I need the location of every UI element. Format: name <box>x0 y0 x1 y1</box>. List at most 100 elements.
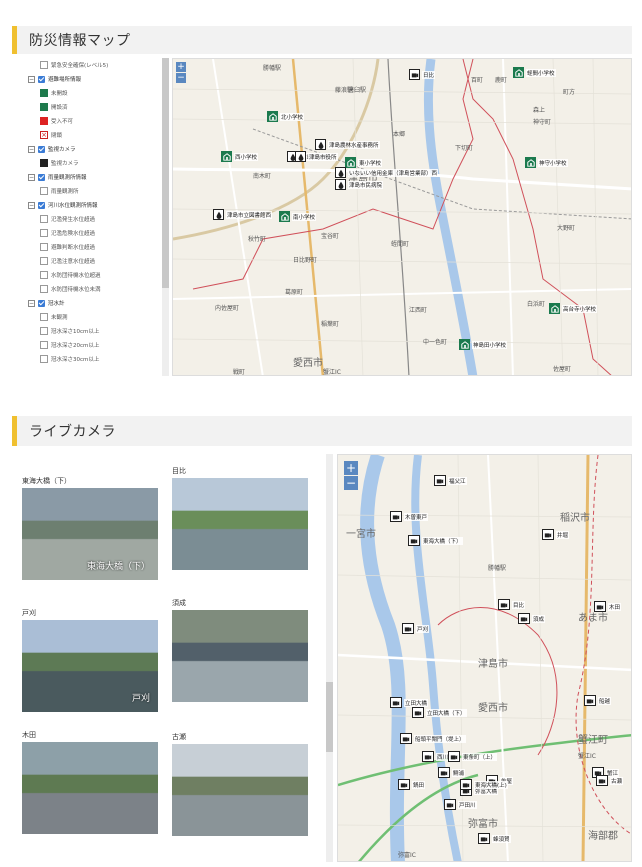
zoom-in-button[interactable]: + <box>176 62 186 72</box>
shelter-school-marker[interactable]: 神守小学校 <box>525 157 568 168</box>
camera-marker[interactable]: 立田大橋（下） <box>412 707 467 718</box>
gauge-icon <box>40 313 48 321</box>
legend-item[interactable]: 氾濫発生水位超過 <box>28 212 162 226</box>
legend-scroll-thumb[interactable] <box>162 58 169 288</box>
camera-scroll-thumb[interactable] <box>326 682 333 752</box>
map-place-label: 稲沢市 <box>560 513 590 524</box>
camera-marker[interactable]: 戸刈 <box>402 623 430 634</box>
zoom-in-button[interactable]: + <box>344 461 358 475</box>
layer-checkbox[interactable] <box>38 145 45 153</box>
legend-item[interactable]: 未観測 <box>28 310 162 324</box>
raindrop-icon <box>295 151 306 162</box>
legend-item[interactable]: 冠水深さ30cm以上 <box>28 352 162 366</box>
legend-item[interactable]: × 閉鎖 <box>28 128 162 142</box>
camera-snapshot[interactable]: 東海大橋（下） <box>22 488 158 580</box>
collapse-toggle-icon[interactable]: − <box>28 173 35 181</box>
camera-marker[interactable]: 木田 <box>594 601 622 612</box>
legend-label: 冠水深さ30cm以上 <box>51 357 100 363</box>
map-place-label: 神守町 <box>533 119 552 126</box>
camera-marker[interactable]: 船頭平閘門（堤上） <box>400 733 466 744</box>
camera-snapshot[interactable] <box>22 742 158 834</box>
legend-item[interactable]: 雨量観測所 <box>28 184 162 198</box>
camera-marker[interactable]: 戸田川 <box>444 799 477 810</box>
collapse-toggle-icon[interactable]: − <box>28 299 35 307</box>
legend-item[interactable]: 監視カメラ <box>28 156 162 170</box>
shelter-school-marker[interactable]: 蛭間小学校 <box>513 67 556 78</box>
camera-snapshot[interactable] <box>172 610 308 702</box>
layer-checkbox[interactable] <box>38 299 45 307</box>
camera-card[interactable]: 目比 <box>172 464 308 570</box>
legend-item[interactable]: 氾濫危険水位超過 <box>28 226 162 240</box>
legend-item[interactable]: 冠水深さ10cm以上 <box>28 324 162 338</box>
legend-scrollbar[interactable] <box>162 58 169 376</box>
legend-group[interactable]: − 監視カメラ <box>28 142 162 156</box>
camera-marker[interactable]: 須成 <box>518 613 546 624</box>
camera-card[interactable]: 須成 <box>172 596 308 702</box>
shelter-school-marker[interactable]: 西小学校 <box>221 151 259 162</box>
legend-item[interactable]: 避難判断水位超過 <box>28 240 162 254</box>
layer-checkbox[interactable] <box>38 75 45 83</box>
legend-item[interactable]: 冠水深さ20cm以上 <box>28 338 162 352</box>
camera-card[interactable]: 木田 <box>22 728 158 834</box>
camera-marker[interactable]: 蜂須賀 <box>478 833 511 844</box>
legend-item[interactable]: 未開設 <box>28 86 162 100</box>
camera-card[interactable]: 古瀬 <box>172 730 308 836</box>
collapse-toggle-icon[interactable]: − <box>28 75 35 83</box>
map-place-label: 戦町 <box>233 369 246 376</box>
legend-item[interactable]: 水防団待機水位超過 <box>28 268 162 282</box>
layer-checkbox[interactable] <box>38 173 45 181</box>
shelter-school-marker[interactable]: 南小学校 <box>279 211 317 222</box>
live-camera-map[interactable]: 稲沢市 あま市 津島市 愛西市 蟹江町 弥富市 海部郡 一宮市 勝幡駅 蟹江IC 弥富IC 福父江木… <box>337 454 632 862</box>
shelter-school-marker[interactable]: 高台寺小学校 <box>549 303 598 314</box>
map-place-label: 津島市 <box>478 659 508 670</box>
camera-marker[interactable]: 東条町（上） <box>448 751 498 762</box>
legend-group[interactable]: − 雨量観測所情報 <box>28 170 162 184</box>
camera-marker[interactable]: 東海大橋(上) <box>460 779 508 790</box>
camera-marker[interactable]: 木曽東戸 <box>390 511 429 522</box>
camera-marker[interactable]: 古瀬 <box>596 775 624 786</box>
legend-group[interactable]: − 冠水計 <box>28 296 162 310</box>
legend-item[interactable]: 開設済 <box>28 100 162 114</box>
zoom-out-button[interactable]: − <box>344 476 358 490</box>
camera-marker[interactable]: 目比 <box>498 599 526 610</box>
collapse-toggle-icon[interactable]: − <box>28 201 35 209</box>
camera-snapshot[interactable] <box>172 478 308 570</box>
camera-card[interactable]: 戸刈 戸刈 <box>22 606 158 712</box>
zoom-out-button[interactable]: − <box>176 73 186 83</box>
camera-snapshot[interactable] <box>172 744 308 836</box>
camera-list-scrollbar[interactable] <box>326 454 333 862</box>
map-place-label: 日比野町 <box>293 257 318 264</box>
legend-group[interactable]: − 避難場所情報 <box>28 72 162 86</box>
map-place-label: 弥富市 <box>468 819 498 830</box>
legend-group[interactable]: − 河川水位観測所情報 <box>28 198 162 212</box>
legend-item[interactable]: 緊急安全確保(レベル5) <box>28 58 162 72</box>
rain-gauge-marker[interactable]: いないい信用金庫（津島営業部）西 <box>335 167 439 178</box>
marker-label: 蜂須賀 <box>492 834 511 843</box>
rain-gauge-marker[interactable]: 津島市立図書館西 <box>213 209 273 220</box>
marker-label: 津島市立図書館西 <box>226 210 273 219</box>
camera-marker[interactable]: 福父江 <box>434 475 467 486</box>
legend-item[interactable]: 水防団待機水位未満 <box>28 282 162 296</box>
camera-marker[interactable]: 船越 <box>584 695 612 706</box>
rain-gauge-marker[interactable]: 津島農林水産事務所 <box>315 139 380 150</box>
legend-item[interactable]: 氾濫注意水位超過 <box>28 254 162 268</box>
camera-marker[interactable]: 日比 <box>409 69 436 80</box>
rain-gauge-marker[interactable]: 津島市民病院 <box>335 179 384 190</box>
camera-marker[interactable]: 東海大橋（下） <box>408 535 463 546</box>
collapse-toggle-icon[interactable]: − <box>28 145 35 153</box>
legend-label: 河川水位観測所情報 <box>48 203 98 209</box>
camera-marker[interactable]: 西川 <box>422 751 450 762</box>
legend-item[interactable]: 受入不可 <box>28 114 162 128</box>
camera-card[interactable]: 東海大橋（下） 東海大橋（下） <box>22 474 158 580</box>
camera-marker[interactable]: 鍋田 <box>398 779 426 790</box>
camera-snapshot[interactable]: 戸刈 <box>22 620 158 712</box>
shelter-school-marker[interactable]: 神島田小学校 <box>459 339 508 350</box>
raindrop-icon <box>335 167 346 178</box>
camera-marker[interactable]: 鯏浦 <box>438 767 466 778</box>
shelter-school-marker[interactable]: 北小学校 <box>267 111 305 122</box>
camera-marker[interactable]: 井堀 <box>542 529 570 540</box>
layer-checkbox[interactable] <box>38 201 45 209</box>
legend-label: 雨量観測所情報 <box>48 175 87 181</box>
disaster-info-map[interactable]: 勝幡駅 藤浪駅 百町 鹿町 森上 唐臼駅 町方 本郷 神守町 下切町 南木町 津島市 宝谷町 愛西市 蛭間町… <box>172 58 632 376</box>
rain-gauge-marker[interactable]: 津島市役所 <box>295 151 338 162</box>
